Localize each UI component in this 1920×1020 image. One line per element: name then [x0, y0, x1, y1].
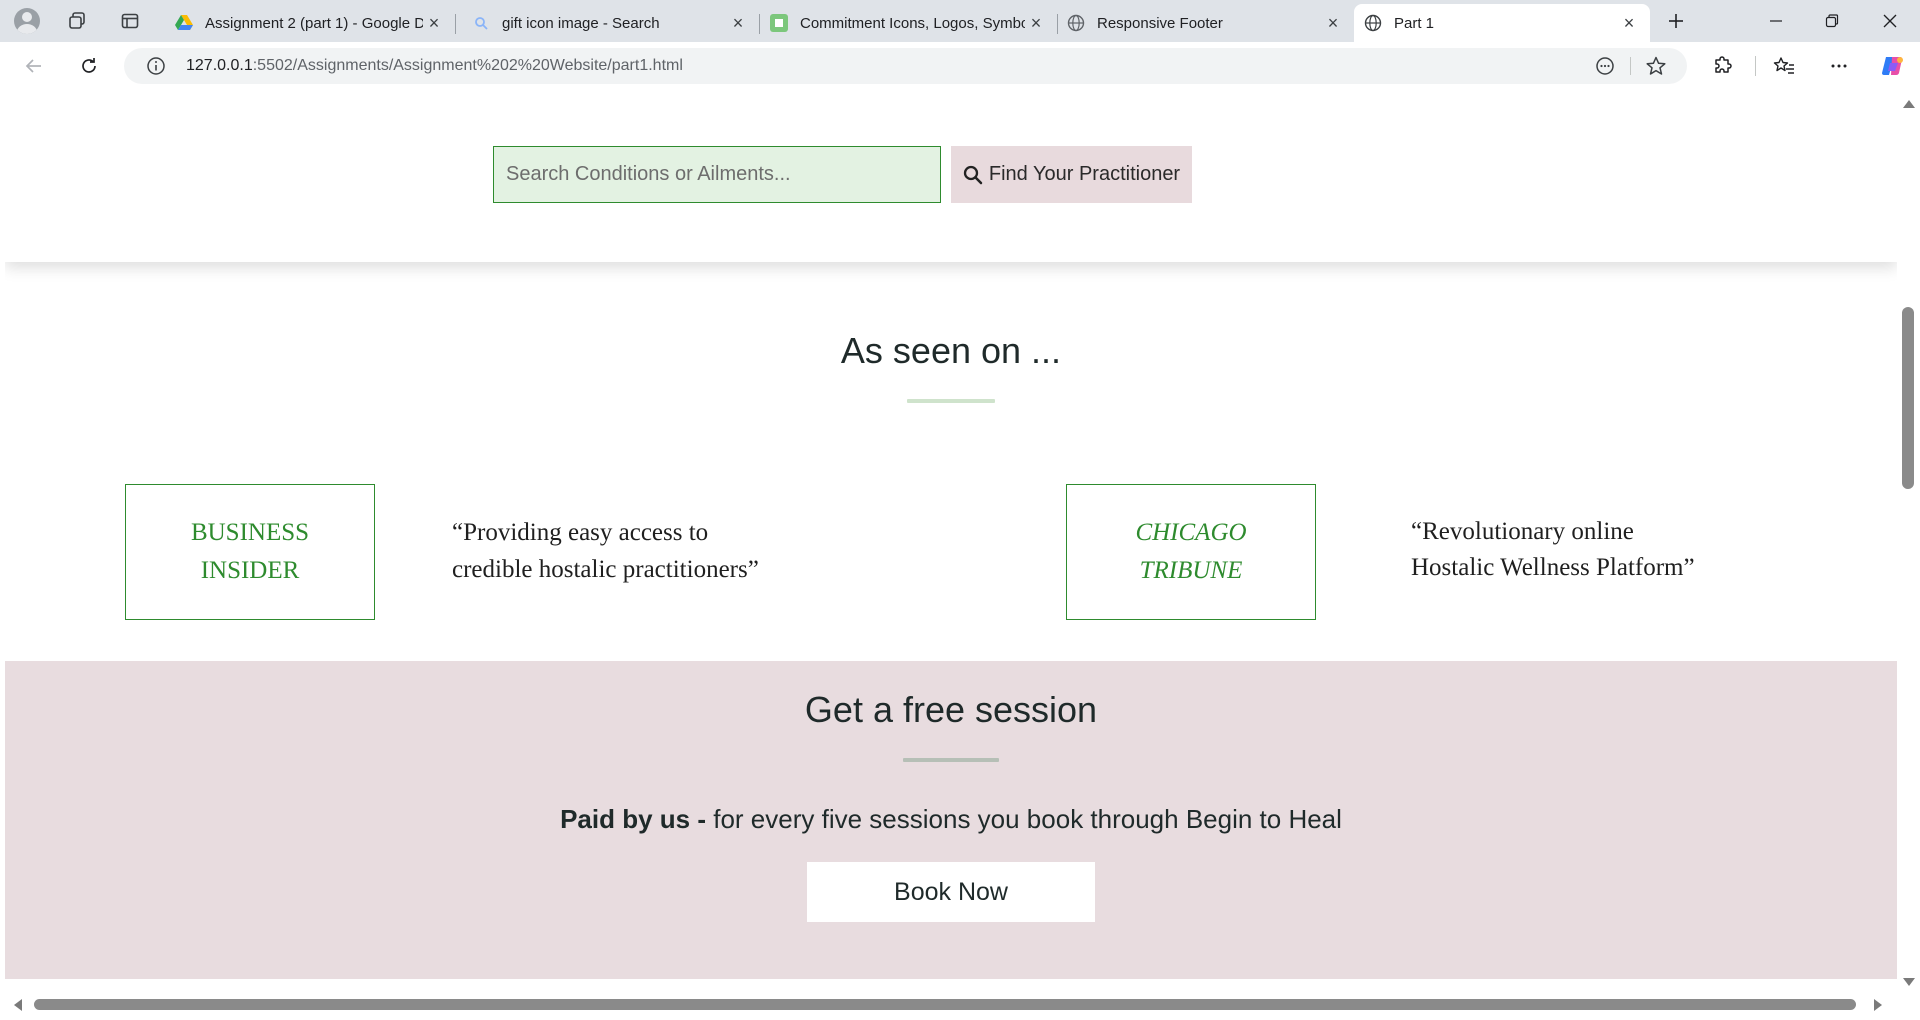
refresh-button[interactable] [72, 49, 106, 83]
workspaces-button[interactable] [60, 6, 94, 36]
minimize-button[interactable] [1748, 0, 1804, 42]
search-icon [472, 14, 490, 32]
close-icon[interactable]: × [1618, 12, 1640, 34]
favorite-star-icon[interactable] [1645, 55, 1667, 77]
close-window-button[interactable] [1862, 0, 1918, 42]
extensions-button[interactable] [1706, 49, 1740, 83]
close-icon [1883, 14, 1897, 28]
scrollbar-thumb[interactable] [34, 999, 1856, 1010]
vertical-tabs-button[interactable] [113, 6, 147, 36]
avatar-icon [14, 8, 40, 34]
search-section: Find Your Practitioner [5, 90, 1897, 262]
find-practitioner-label: Find Your Practitioner [988, 163, 1181, 185]
free-session-heading: Get a free session [804, 689, 1098, 730]
search-icon [963, 165, 983, 184]
refresh-icon [82, 58, 96, 73]
close-icon[interactable]: × [1025, 12, 1047, 34]
heading-underline [907, 399, 995, 403]
url-text: 127.0.0.1:5502/Assignments/Assignment%20… [186, 57, 683, 75]
tab-actions-icon [121, 13, 139, 29]
extensions-puzzle-icon [1715, 56, 1732, 73]
close-icon[interactable]: × [423, 12, 445, 34]
book-now-button[interactable]: Book Now [807, 862, 1095, 922]
logo-line: CHICAGO [1135, 519, 1247, 546]
browser-tab-bar: Assignment 2 (part 1) - Google Dr × gift… [0, 0, 1920, 42]
tab-title: Commitment Icons, Logos, Symbo [800, 14, 1025, 32]
horizontal-scrollbar[interactable] [0, 993, 1897, 1017]
workspaces-icon [69, 12, 85, 29]
close-icon[interactable]: × [1322, 12, 1344, 34]
address-field[interactable]: 127.0.0.1:5502/Assignments/Assignment%20… [124, 48, 1687, 84]
vertical-scrollbar[interactable] [1897, 90, 1920, 986]
scroll-right-arrow-icon[interactable] [1874, 999, 1882, 1011]
business-insider-logo: BUSINESS INSIDER [125, 484, 375, 620]
quote-line: Hostalic Wellness Platform” [1411, 554, 1695, 581]
business-insider-quote: “Providing easy access to credible hosta… [452, 514, 782, 588]
back-button[interactable] [17, 49, 51, 83]
tab-title: Responsive Footer [1097, 14, 1223, 32]
new-tab-button[interactable] [1659, 6, 1693, 36]
restore-button[interactable] [1804, 0, 1860, 42]
back-arrow-icon [25, 59, 41, 73]
tab-gift-search[interactable]: gift icon image - Search × [462, 4, 760, 42]
tab-part-1[interactable]: Part 1 × [1354, 4, 1650, 42]
page-viewport: Find Your Practitioner As seen on ... BU… [5, 90, 1897, 979]
more-dots-icon [1831, 64, 1847, 68]
scroll-up-arrow-icon[interactable] [1903, 100, 1915, 108]
chicago-tribune-quote: “Revolutionary online Hostalic Wellness … [1411, 514, 1741, 586]
logo-line: INSIDER [200, 557, 300, 584]
close-icon[interactable]: × [727, 12, 749, 34]
minimize-icon [1770, 20, 1782, 22]
scroll-left-arrow-icon[interactable] [14, 999, 22, 1011]
free-session-section: Get a free session Paid by us - for ever… [5, 661, 1897, 979]
favorites-list-icon [1773, 57, 1794, 74]
tab-responsive-footer[interactable]: Responsive Footer × [1057, 4, 1354, 42]
find-practitioner-button[interactable]: Find Your Practitioner [951, 146, 1192, 203]
free-session-text: for every five sessions you book through… [713, 804, 1342, 834]
scroll-down-arrow-icon[interactable] [1903, 978, 1915, 986]
settings-more-button[interactable] [1822, 49, 1856, 83]
quote-line: “Providing easy access to [452, 519, 709, 546]
search-conditions-input[interactable] [493, 146, 941, 203]
plus-icon [1669, 14, 1683, 28]
browser-address-bar: 127.0.0.1:5502/Assignments/Assignment%20… [0, 42, 1920, 90]
tab-google-drive[interactable]: Assignment 2 (part 1) - Google Dr × [165, 4, 456, 42]
info-icon[interactable] [146, 56, 166, 76]
tab-title: Assignment 2 (part 1) - Google Dr [205, 14, 423, 32]
quote-line: credible hostalic practitioners” [452, 556, 759, 583]
divider [1755, 56, 1756, 76]
copilot-button[interactable] [1876, 49, 1910, 83]
google-drive-icon [175, 14, 193, 32]
tab-commitment-icons[interactable]: Commitment Icons, Logos, Symbo × [760, 4, 1058, 42]
paid-by-us-label: Paid by us - [560, 804, 714, 834]
divider [1630, 57, 1631, 75]
globe-icon [1067, 14, 1085, 32]
free-session-description: Paid by us - for every five sessions you… [5, 804, 1897, 835]
copilot-icon [1882, 57, 1903, 76]
tab-title: Part 1 [1394, 14, 1435, 32]
site-favicon [770, 14, 788, 32]
profile-avatar[interactable] [10, 6, 44, 36]
reading-view-icon[interactable] [1594, 55, 1616, 77]
chicago-tribune-logo: CHICAGO TRIBUNE [1066, 484, 1316, 620]
url-host: 127.0.0.1 [186, 57, 253, 74]
logo-line: TRIBUNE [1139, 557, 1243, 584]
restore-icon [1825, 14, 1839, 28]
logo-line: BUSINESS [190, 519, 310, 546]
globe-icon [1364, 14, 1382, 32]
quote-line: “Revolutionary online [1411, 518, 1634, 545]
as-seen-on-heading: As seen on ... [840, 330, 1062, 371]
heading-underline [903, 758, 999, 762]
favorites-button[interactable] [1767, 49, 1801, 83]
scrollbar-thumb[interactable] [1902, 307, 1914, 489]
url-path: :5502/Assignments/Assignment%202%20Websi… [252, 57, 683, 74]
tab-title: gift icon image - Search [502, 14, 660, 32]
